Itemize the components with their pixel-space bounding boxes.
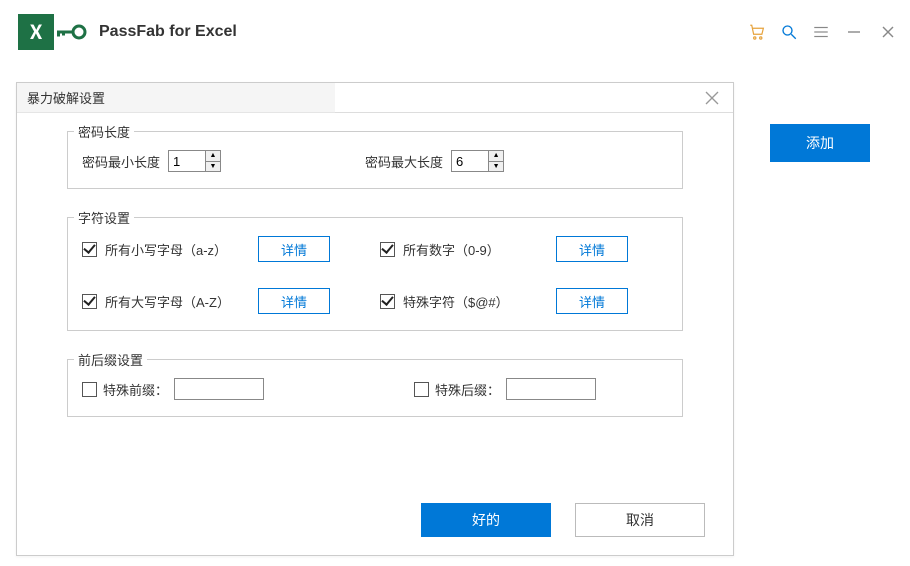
- digits-label: 所有数字（0-9）: [403, 240, 548, 259]
- ok-button[interactable]: 好的: [421, 503, 551, 537]
- cancel-button[interactable]: 取消: [575, 503, 705, 537]
- special-label: 特殊字符（$@#）: [403, 292, 548, 311]
- dialog-title: 暴力破解设置: [27, 88, 105, 107]
- title-controls: [748, 22, 898, 42]
- close-button[interactable]: [878, 22, 898, 42]
- uppercase-label: 所有大写字母（A-Z）: [105, 292, 250, 311]
- uppercase-checkbox[interactable]: [82, 294, 97, 309]
- dialog-header: 暴力破解设置: [17, 83, 335, 113]
- lowercase-label: 所有小写字母（a-z）: [105, 240, 250, 259]
- cart-icon[interactable]: [748, 23, 766, 41]
- prefix-label: 特殊前缀：: [103, 380, 168, 399]
- excel-logo-icon: X: [18, 14, 54, 50]
- lowercase-checkbox[interactable]: [82, 242, 97, 257]
- menu-icon[interactable]: [812, 23, 830, 41]
- lowercase-detail-button[interactable]: 详情: [258, 236, 330, 262]
- min-length-input[interactable]: [169, 151, 205, 171]
- max-length-down[interactable]: ▼: [489, 162, 503, 172]
- charset-legend: 字符设置: [74, 208, 134, 227]
- affix-legend: 前后缀设置: [74, 350, 147, 369]
- affix-group: 前后缀设置 特殊前缀： 特殊后缀：: [67, 359, 683, 417]
- minimize-button[interactable]: [844, 22, 864, 42]
- min-length-label: 密码最小长度: [82, 152, 160, 171]
- dialog-close-button[interactable]: [699, 85, 725, 111]
- min-length-down[interactable]: ▼: [206, 162, 220, 172]
- special-checkbox[interactable]: [380, 294, 395, 309]
- titlebar: X PassFab for Excel: [0, 0, 910, 64]
- password-length-legend: 密码长度: [74, 122, 134, 141]
- digits-detail-button[interactable]: 详情: [556, 236, 628, 262]
- suffix-checkbox[interactable]: [414, 382, 429, 397]
- special-detail-button[interactable]: 详情: [556, 288, 628, 314]
- suffix-input[interactable]: [506, 378, 596, 400]
- suffix-label: 特殊后缀：: [435, 380, 500, 399]
- uppercase-detail-button[interactable]: 详情: [258, 288, 330, 314]
- max-length-up[interactable]: ▲: [489, 151, 503, 162]
- password-length-group: 密码长度 密码最小长度 ▲ ▼ 密码最大长度: [67, 131, 683, 189]
- prefix-input[interactable]: [174, 378, 264, 400]
- brute-force-settings-dialog: 暴力破解设置 密码长度 密码最小长度 ▲ ▼: [16, 82, 734, 556]
- min-length-up[interactable]: ▲: [206, 151, 220, 162]
- max-length-spinner[interactable]: ▲ ▼: [451, 150, 504, 172]
- prefix-checkbox[interactable]: [82, 382, 97, 397]
- charset-group: 字符设置 所有小写字母（a-z） 详情 所有数字（0-9） 详情 所有大写: [67, 217, 683, 331]
- search-icon[interactable]: [780, 23, 798, 41]
- min-length-spinner[interactable]: ▲ ▼: [168, 150, 221, 172]
- max-length-input[interactable]: [452, 151, 488, 171]
- key-icon: [57, 23, 87, 41]
- digits-checkbox[interactable]: [380, 242, 395, 257]
- add-button[interactable]: 添加: [770, 124, 870, 162]
- max-length-label: 密码最大长度: [365, 152, 443, 171]
- app-title: PassFab for Excel: [99, 23, 237, 41]
- app-logo: X PassFab for Excel: [18, 14, 237, 50]
